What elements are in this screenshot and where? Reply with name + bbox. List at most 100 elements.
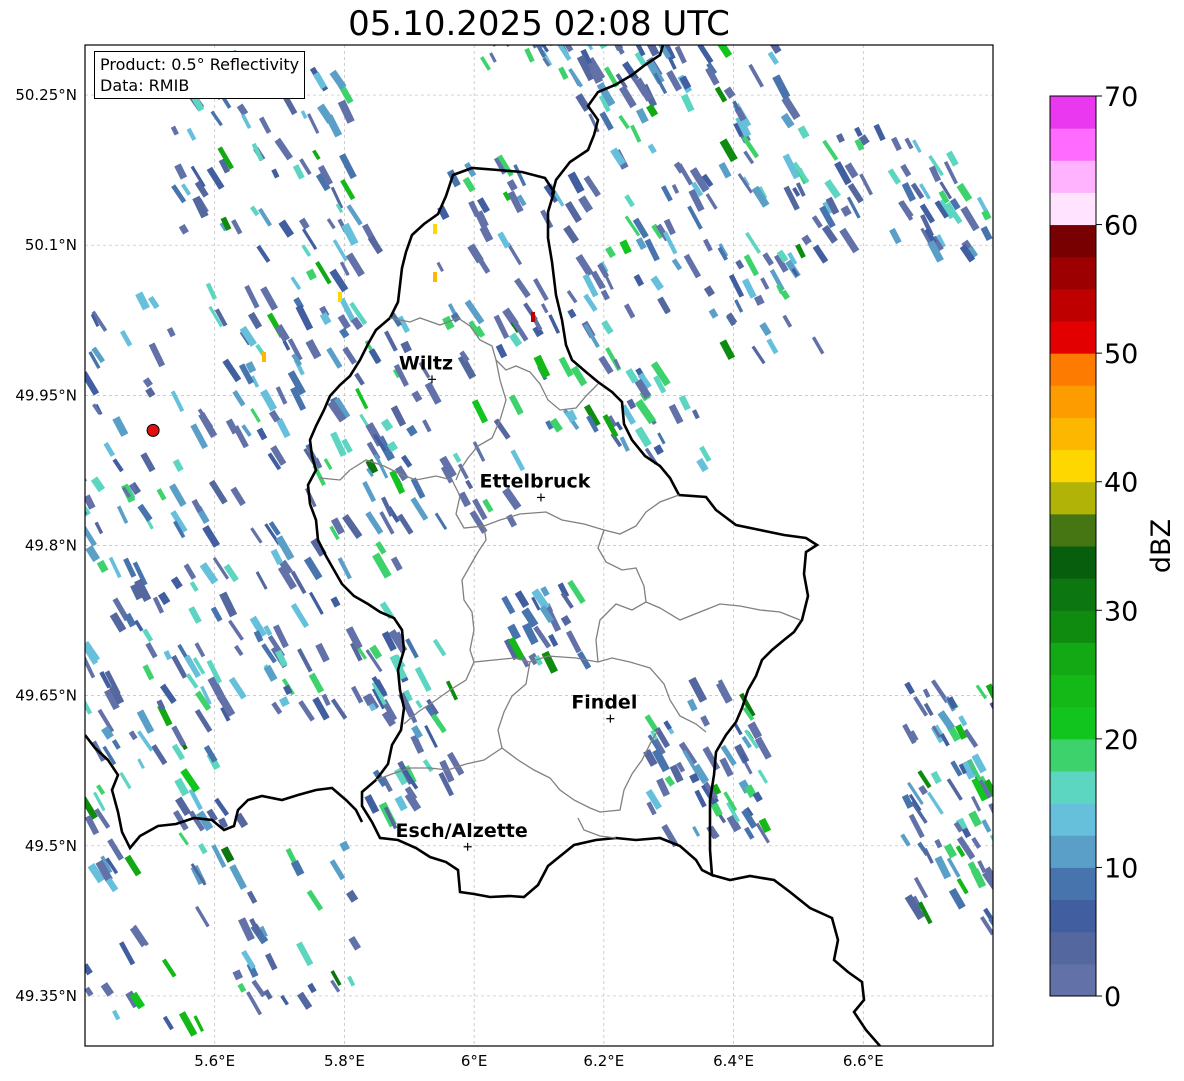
echo-cell [338, 292, 342, 302]
echo-cell [57, 789, 70, 810]
colorbar-segment [1050, 513, 1096, 547]
echo-cell [555, 29, 565, 42]
echo-cell [433, 272, 437, 282]
colorbar-segment [1050, 385, 1096, 418]
colorbar-segment [1050, 610, 1096, 643]
colorbar: 70 60 50 40 30 20 10 0 dBZ [1049, 82, 1177, 1013]
city-label: Esch/Alzette [396, 820, 528, 842]
lat-tick-label: 49.35°N [15, 987, 77, 1005]
echo-cell [53, 734, 66, 752]
lat-tick-label: 50.1°N [25, 236, 77, 254]
lon-tick-label: 5.6°E [194, 1052, 235, 1070]
echo-cell [529, 10, 545, 33]
echo-cell [690, 30, 699, 41]
city-label: Findel [571, 692, 637, 714]
lon-tick-label: 6.6°E [843, 1052, 884, 1070]
radar-map: 50.25°N 50.1°N 49.95°N 49.8°N 49.65°N 49.5°N 4… [15, 8, 1177, 1070]
colorbar-segment [1050, 192, 1096, 226]
echo-cell [678, 15, 691, 34]
echo-cell [27, 431, 43, 453]
colorbar-tick-label: 70 [1104, 82, 1138, 113]
echo-cell [65, 599, 77, 616]
info-box: Product: 0.5° Reflectivity Data: RMIB [94, 51, 306, 99]
colorbar-segment [1050, 803, 1096, 836]
colorbar-tick-label: 40 [1104, 468, 1138, 499]
colorbar-segment [1050, 321, 1096, 354]
colorbar-segment [1050, 288, 1096, 322]
echo-cell [54, 721, 71, 744]
colorbar-tick-label: 10 [1104, 853, 1138, 884]
echo-cell [998, 853, 1009, 865]
colorbar-segment [1050, 835, 1096, 868]
lat-tick-label: 49.5°N [25, 837, 77, 855]
colorbar-segment [1050, 96, 1096, 129]
colorbar-segment [1050, 642, 1096, 676]
echo-cell [23, 343, 36, 363]
echo-cell [694, 8, 704, 19]
echo-cell [71, 444, 84, 460]
echo-cell [27, 593, 42, 615]
echo-cell [38, 631, 49, 644]
lat-tick-label: 49.95°N [15, 386, 77, 404]
colorbar-segment [1050, 931, 1096, 965]
lon-tick-label: 6°E [461, 1052, 488, 1070]
echo-cell [262, 352, 266, 362]
lon-tick-label: 6.2°E [583, 1052, 624, 1070]
lon-tick-label: 6.4°E [713, 1052, 754, 1070]
lat-tick-label: 49.65°N [15, 687, 77, 705]
colorbar-segment [1050, 867, 1096, 901]
echo-cell [52, 562, 64, 577]
data-source-label: Data: RMIB [100, 76, 190, 95]
colorbar-tick-label: 60 [1104, 211, 1138, 242]
colorbar-tick-label: 50 [1104, 339, 1138, 370]
echo-cell [21, 325, 39, 348]
echo-cell [70, 722, 83, 738]
colorbar-segment [1050, 706, 1096, 740]
echo-cell [53, 494, 70, 515]
echo-cell [717, 13, 730, 28]
echo-cell [530, 8, 546, 27]
echo-cell [55, 704, 63, 713]
echo-cell [1000, 803, 1010, 815]
colorbar-label: dBZ [1146, 519, 1177, 573]
echo-cell [44, 609, 59, 629]
echo-cell [47, 509, 58, 520]
radar-site-marker [146, 423, 160, 437]
colorbar-segment [1050, 771, 1096, 804]
echo-cell [995, 836, 1005, 847]
echo-cell [27, 559, 43, 582]
echo-cell [66, 731, 80, 749]
echo-cell [583, 30, 593, 41]
echo-cell [62, 510, 72, 525]
colorbar-segment [1050, 963, 1096, 997]
echo-cell [59, 718, 74, 741]
colorbar-segment [1050, 674, 1096, 708]
echo-cell [578, 20, 593, 41]
colorbar-segment [1050, 481, 1096, 515]
echo-cell [996, 878, 1007, 890]
echo-cell [54, 337, 67, 358]
city-label: Ettelbruck [479, 470, 590, 492]
echo-cell [63, 668, 73, 681]
echo-cell [64, 587, 73, 598]
echo-cell [21, 415, 33, 430]
echo-cell [38, 343, 55, 368]
lat-tick-label: 50.25°N [15, 86, 77, 104]
colorbar-segment [1050, 578, 1096, 611]
echo-cell [56, 670, 63, 679]
echo-cell [684, 31, 693, 42]
colorbar-tick-label: 30 [1104, 596, 1138, 627]
echo-cell [494, 14, 505, 26]
echo-cell [28, 477, 37, 489]
colorbar-segment [1050, 256, 1096, 290]
colorbar-segment [1050, 899, 1096, 933]
echo-cell [25, 703, 43, 726]
echo-cell [592, 22, 600, 31]
echo-cell [771, 29, 780, 41]
colorbar-tick-label: 20 [1104, 725, 1138, 756]
echo-cell [433, 224, 437, 234]
colorbar-segment [1050, 353, 1096, 386]
colorbar-segment [1050, 417, 1096, 451]
echo-cell [637, 12, 655, 35]
echo-cell [628, 45, 644, 46]
